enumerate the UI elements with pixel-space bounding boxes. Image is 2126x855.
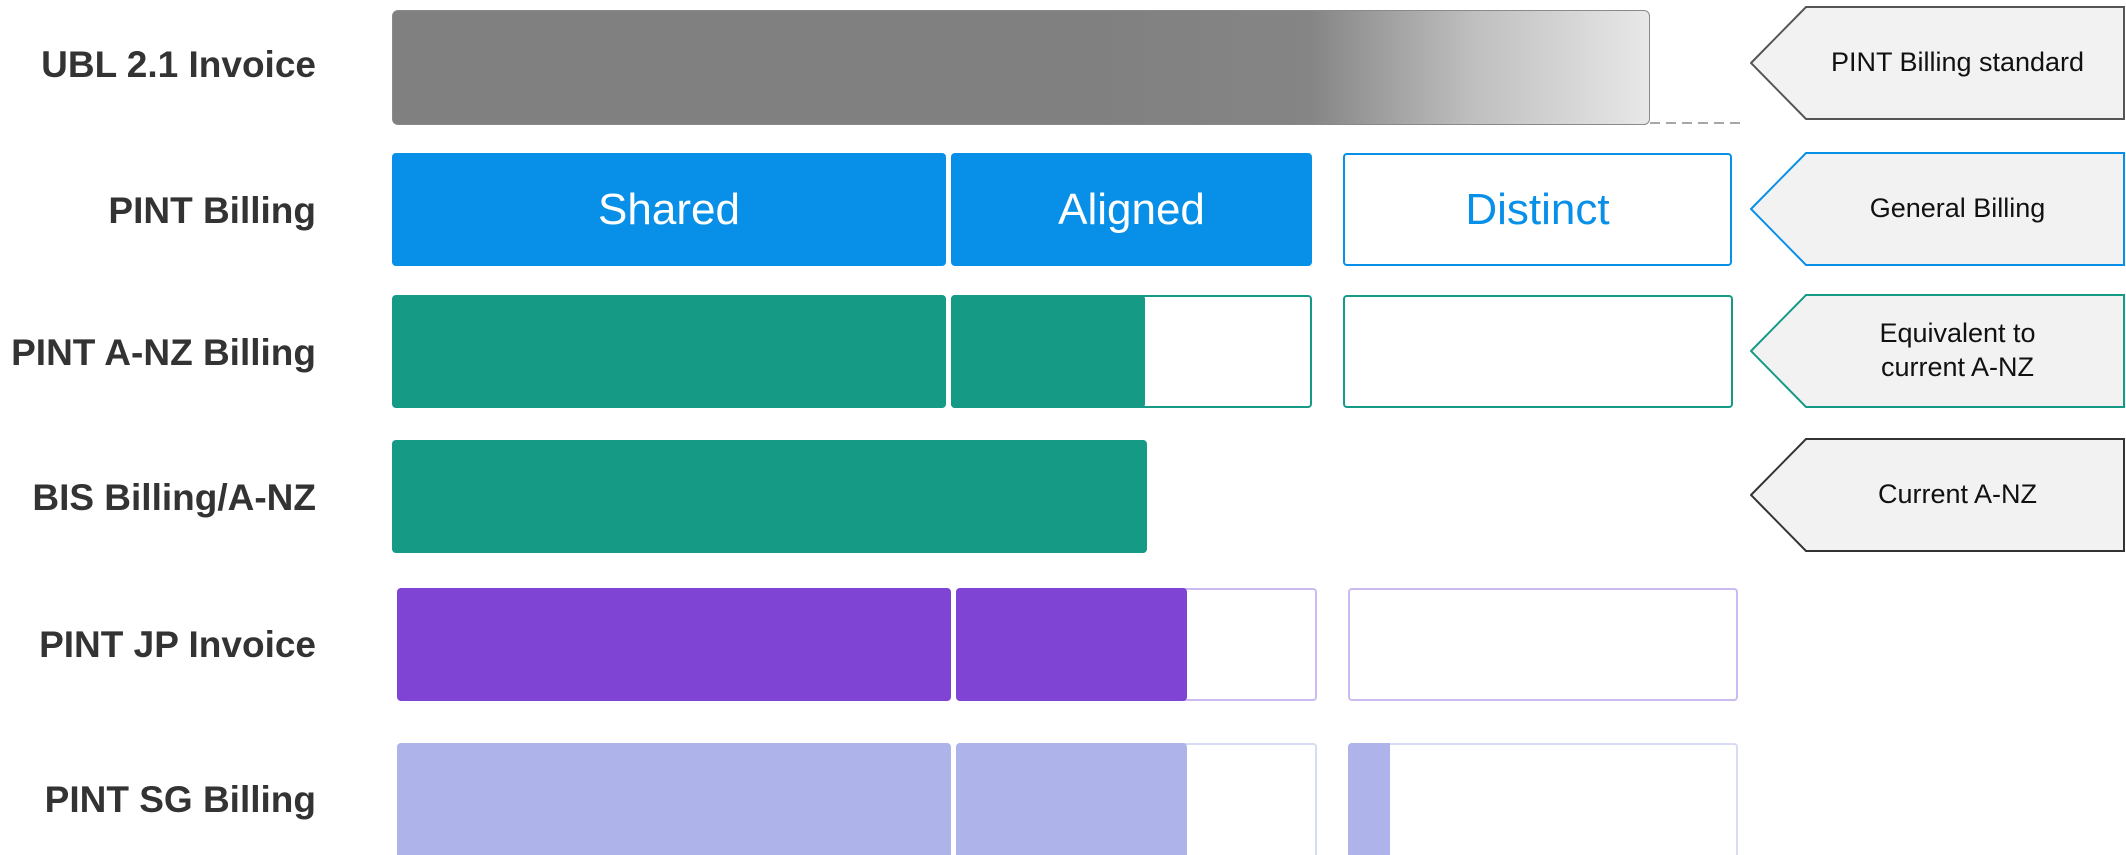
row-label-pint-sg: PINT SG Billing: [44, 779, 316, 820]
ubl-dashed-extension: [1650, 122, 1746, 124]
row-label-ubl: UBL 2.1 Invoice: [41, 44, 316, 85]
callout-label: Current A-NZ: [1877, 479, 2038, 510]
callout-label: General Billing: [1869, 193, 2046, 224]
row-label-pint-billing: PINT Billing: [108, 190, 316, 231]
callout-general-billing: General Billing: [1750, 152, 2125, 266]
pint-sg-distinct-fill: [1348, 743, 1390, 855]
ubl-bar: [392, 10, 1650, 125]
row-label-pint-jp: PINT JP Invoice: [39, 624, 316, 665]
callout-equivalent-anz: Equivalent to current A-NZ: [1750, 294, 2125, 408]
aligned-label: Aligned: [1058, 184, 1205, 234]
pint-anz-shared-segment: [392, 295, 946, 408]
row-label-pint-anz: PINT A-NZ Billing: [11, 332, 316, 373]
callout-pint-billing-standard: PINT Billing standard: [1750, 6, 2125, 120]
pint-billing-distinct-segment: Distinct: [1343, 153, 1732, 266]
pint-billing-shared-segment: Shared: [392, 153, 946, 266]
callout-label: Equivalent to current A-NZ: [1879, 318, 2036, 382]
pint-jp-distinct-outline: [1348, 588, 1738, 701]
distinct-label: Distinct: [1465, 184, 1610, 234]
callout-current-anz: Current A-NZ: [1750, 438, 2125, 552]
pint-anz-distinct-outline: [1343, 295, 1733, 408]
bis-anz-bar: [392, 440, 1147, 553]
row-label-bis-anz: BIS Billing/A-NZ: [32, 477, 316, 518]
pint-sg-shared-segment: [397, 743, 951, 855]
pint-sg-aligned-fill: [956, 743, 1187, 855]
pint-anz-aligned-fill: [951, 295, 1145, 408]
pint-billing-aligned-segment: Aligned: [951, 153, 1312, 266]
pint-jp-aligned-fill: [956, 588, 1187, 701]
pint-sg-distinct-outline: [1348, 743, 1738, 855]
shared-label: Shared: [598, 184, 740, 234]
pint-jp-shared-segment: [397, 588, 951, 701]
callout-label: PINT Billing standard: [1830, 47, 2085, 78]
